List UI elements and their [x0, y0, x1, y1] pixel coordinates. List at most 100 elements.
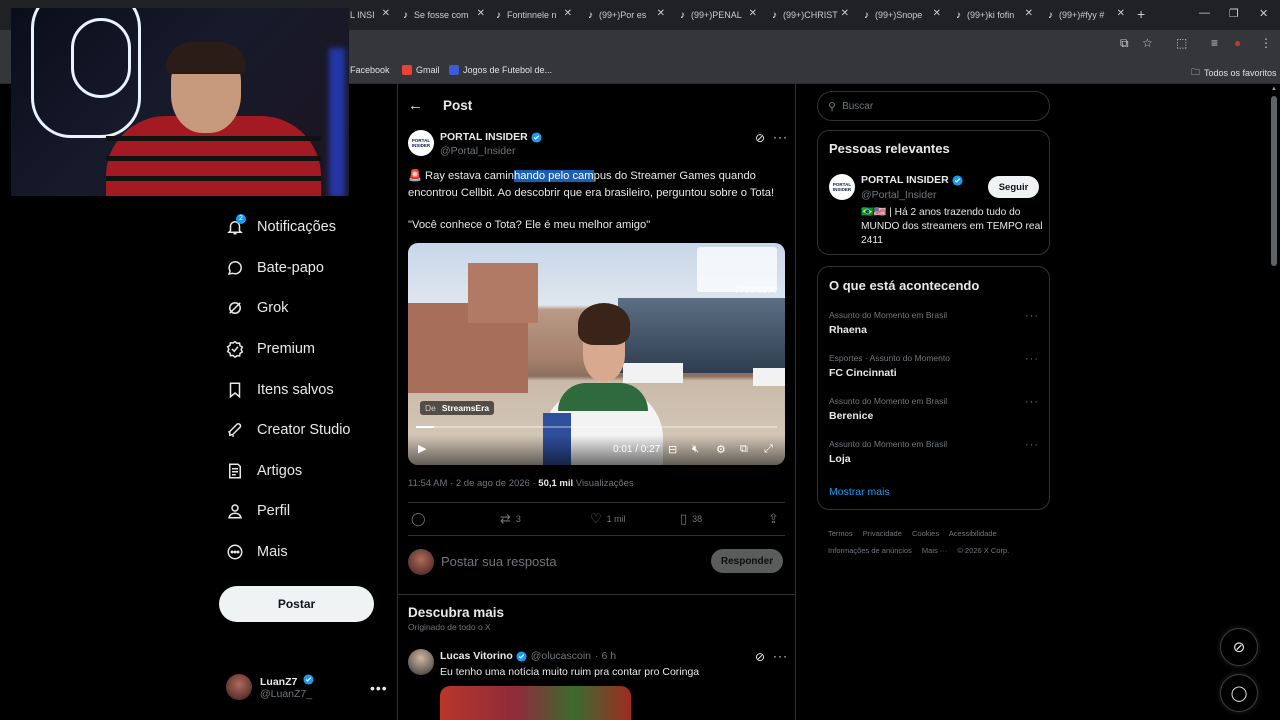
reply-action[interactable]: ◯ [411, 511, 431, 527]
browser-tab[interactable]: L INSI ✕ [350, 5, 390, 25]
footer-link[interactable]: Informações de anúncios [828, 546, 912, 555]
browser-tab[interactable]: ♪ (99+)CHRIST ✕ [772, 5, 849, 25]
menu-icon[interactable]: ⋮ [1260, 36, 1272, 50]
nav-profile[interactable]: Perfil [226, 497, 290, 525]
trend-item[interactable]: Assunto do Momento em Brasil Rhaena ··· [829, 310, 1039, 336]
trend-more-icon[interactable]: ··· [1025, 396, 1039, 408]
extensions-icon[interactable]: ⬚ [1176, 36, 1187, 50]
search-box[interactable]: ⚲ [817, 91, 1050, 121]
grok-fab[interactable]: ⊘ [1220, 628, 1258, 666]
close-tab-icon[interactable]: ✕ [749, 8, 757, 19]
trend-item[interactable]: Assunto do Momento em Brasil Loja ··· [829, 439, 1039, 465]
install-app-icon[interactable]: ⧉ [1120, 36, 1129, 51]
video-progress[interactable] [416, 426, 777, 428]
author-handle[interactable]: @Portal_Insider [440, 145, 515, 157]
view-count: 50,1 mil [538, 478, 574, 489]
post-more-icon[interactable]: ··· [773, 649, 788, 663]
recommended-author[interactable]: Lucas Vitorino @olucascoin · 6 h [440, 650, 616, 662]
footer-link[interactable]: Privacidade [863, 529, 902, 538]
nav-grok[interactable]: Grok [226, 294, 288, 322]
scroll-up-icon[interactable]: ▲ [1271, 86, 1277, 92]
nav-premium[interactable]: Premium [226, 335, 315, 363]
follow-button[interactable]: Seguir [988, 176, 1039, 198]
nav-bookmarks[interactable]: Itens salvos [226, 376, 334, 404]
avatar[interactable] [408, 649, 434, 675]
trend-name: Berenice [829, 410, 874, 422]
relevant-name[interactable]: PORTAL INSIDER [861, 174, 963, 186]
play-icon[interactable]: ▶ [418, 442, 426, 455]
media-icon[interactable]: ≡ [1211, 36, 1218, 50]
browser-tab[interactable]: ♪ (99+)ki fofin ✕ [956, 5, 1033, 25]
trend-name: Rhaena [829, 324, 867, 336]
trend-item[interactable]: Esportes · Assunto do Momento FC Cincinn… [829, 353, 1039, 379]
chat-fab[interactable]: ◯ [1220, 674, 1258, 712]
repost-action[interactable]: ⇄ 3 [500, 511, 521, 527]
picture-in-picture-icon[interactable]: ⧉ [740, 443, 748, 456]
maximize-icon[interactable]: ❐ [1229, 7, 1239, 20]
close-tab-icon[interactable]: ✕ [1117, 8, 1125, 19]
close-tab-icon[interactable]: ✕ [382, 8, 390, 19]
minimize-icon[interactable]: — [1199, 7, 1210, 19]
post-more-icon[interactable]: ··· [773, 130, 788, 144]
author-avatar[interactable]: PORTAL INSIDER [408, 130, 434, 156]
close-tab-icon[interactable]: ✕ [1025, 8, 1033, 19]
account-more-icon[interactable]: ••• [370, 680, 388, 696]
scrollbar[interactable] [1271, 96, 1277, 266]
browser-tab[interactable]: ♪ (99+)#fyy # ✕ [1048, 5, 1125, 25]
browser-tab[interactable]: ♪ (99+)Snope ✕ [864, 5, 941, 25]
profile-avatar-icon[interactable]: ● [1234, 36, 1241, 50]
new-tab-icon[interactable]: + [1137, 6, 1145, 22]
all-bookmarks[interactable]: 🗀 Todos os favoritos [1191, 65, 1277, 81]
chat-icon [227, 261, 242, 276]
video-player[interactable]: 7730/3800 De StreamsEra ▶ 0:01 / 0:27 ⊟ 🔇… [408, 243, 785, 465]
author-name[interactable]: PORTAL INSIDER [440, 131, 542, 143]
footer-link[interactable]: Mais ··· [922, 546, 947, 555]
trend-more-icon[interactable]: ··· [1025, 353, 1039, 365]
close-tab-icon[interactable]: ✕ [477, 8, 485, 19]
recommended-author-name: Lucas Vitorino [440, 650, 513, 662]
trend-more-icon[interactable]: ··· [1025, 310, 1039, 322]
mute-icon[interactable]: 🔇︎ [692, 443, 699, 456]
reply-input[interactable]: Postar sua resposta [441, 554, 557, 569]
nav-more[interactable]: Mais [226, 538, 288, 566]
close-window-icon[interactable]: ✕ [1259, 7, 1268, 20]
browser-tab[interactable]: ♪ Fontinnele n ✕ [496, 5, 572, 25]
avatar[interactable]: PORTAL INSIDER [829, 174, 855, 200]
bookmark-jogos[interactable]: Jogos de Futebol de... [449, 65, 552, 75]
browser-tab[interactable]: ♪ (99+)Por es ✕ [588, 5, 665, 25]
browser-tab[interactable]: ♪ (99+)PENAL ✕ [680, 5, 757, 25]
show-more-link[interactable]: Mostrar mais [829, 486, 890, 498]
star-icon[interactable]: ☆ [1142, 36, 1153, 50]
search-input[interactable] [842, 100, 1023, 112]
browser-tab[interactable]: ♪ Se fosse com ✕ [403, 5, 485, 25]
close-tab-icon[interactable]: ✕ [933, 8, 941, 19]
close-tab-icon[interactable]: ✕ [564, 8, 572, 19]
footer-link[interactable]: Cookies [912, 529, 939, 538]
footer-link[interactable]: Termos [828, 529, 853, 538]
settings-icon[interactable]: ⚙ [716, 443, 726, 456]
tiktok-icon: ♪ [680, 9, 685, 21]
like-action[interactable]: ♡ 1 mil [590, 511, 626, 527]
grok-icon[interactable]: ⊘ [755, 650, 765, 664]
grok-icon[interactable]: ⊘ [755, 131, 765, 145]
nav-articles[interactable]: Artigos [226, 457, 302, 485]
reply-button[interactable]: Responder [711, 549, 783, 573]
captions-icon[interactable]: ⊟ [668, 443, 677, 456]
nav-creator-studio[interactable]: Creator Studio [226, 416, 351, 444]
close-tab-icon[interactable]: ✕ [657, 8, 665, 19]
recommended-post-image[interactable] [440, 686, 631, 720]
post-button[interactable]: Postar [219, 586, 374, 622]
account-switcher[interactable]: LuanZ7 @LuanZ7_ [226, 674, 314, 700]
trend-more-icon[interactable]: ··· [1025, 439, 1039, 451]
close-tab-icon[interactable]: ✕ [841, 8, 849, 19]
share-action[interactable]: ⇪ [768, 511, 784, 527]
fullscreen-icon[interactable]: ⤢ [764, 443, 773, 456]
bookmark-facebook[interactable]: Facebook [350, 65, 390, 75]
footer-link[interactable]: Acessibilidade [949, 529, 997, 538]
trend-item[interactable]: Assunto do Momento em Brasil Berenice ··… [829, 396, 1039, 422]
back-arrow-icon[interactable]: ← [408, 97, 423, 114]
bookmark-gmail[interactable]: Gmail [402, 65, 440, 75]
bookmark-action[interactable]: ▯ 38 [680, 511, 702, 527]
video-source[interactable]: De StreamsEra [420, 401, 495, 415]
nav-chat[interactable]: Bate-papo [226, 254, 324, 282]
